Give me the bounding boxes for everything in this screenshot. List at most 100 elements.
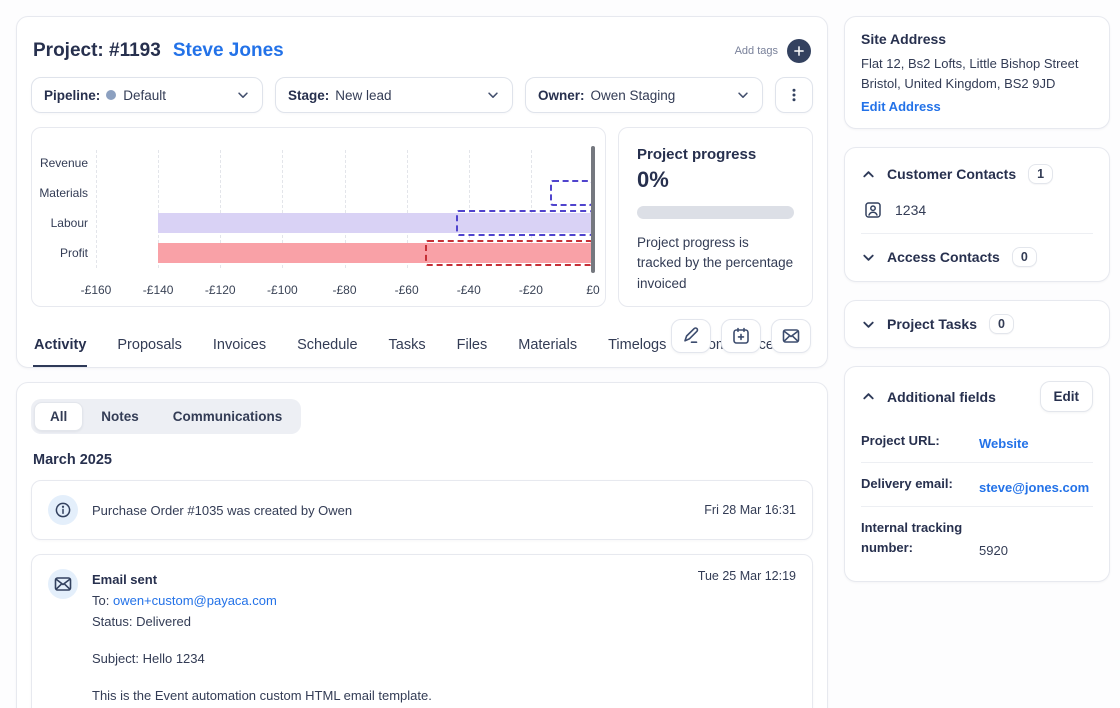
- tab-files[interactable]: Files: [456, 337, 489, 367]
- site-address-title: Site Address: [861, 31, 1093, 47]
- chevron-up-icon: [861, 389, 876, 404]
- add-tags-button[interactable]: [787, 39, 811, 63]
- chart-tick-label: -£80: [332, 283, 356, 297]
- more-options-button[interactable]: [775, 77, 813, 113]
- project-tasks-card: Project Tasks 0: [844, 300, 1110, 348]
- field-value[interactable]: steve@jones.com: [979, 480, 1093, 495]
- address-line-1: Flat 12, Bs2 Lofts, Little Bishop Street: [861, 54, 1093, 74]
- project-header: Project: #1193 Steve Jones Add tags: [31, 31, 813, 71]
- customer-contacts-count: 1: [1028, 164, 1053, 184]
- contact-name: 1234: [895, 202, 926, 218]
- owner-value: Owen Staging: [591, 88, 676, 103]
- tabs-row: Activity Proposals Invoices Schedule Tasks Fi…: [31, 317, 813, 367]
- activity-filter-control: AllNotesCommunications: [31, 399, 301, 434]
- chart-tick-label: -£120: [205, 283, 236, 297]
- plus-icon: [793, 45, 805, 57]
- activity-item-line: To: owen+custom@payaca.com: [92, 590, 684, 611]
- activity-item-timestamp: Tue 25 Mar 12:19: [698, 569, 796, 708]
- project-tasks-label: Project Tasks: [887, 316, 977, 332]
- info-icon: [48, 495, 78, 525]
- project-summary-card: Project: #1193 Steve Jones Add tags Pipe…: [16, 16, 828, 368]
- chevron-up-icon: [861, 167, 876, 182]
- activity-item: Email sentTo: owen+custom@payaca.comStat…: [31, 554, 813, 708]
- additional-field-row: Internal tracking number:5920: [861, 507, 1093, 569]
- site-address-card: Site Address Flat 12, Bs2 Lofts, Little …: [844, 16, 1110, 129]
- chart-tick-label: -£20: [519, 283, 543, 297]
- chevron-down-icon: [236, 88, 250, 102]
- spacer: [92, 632, 684, 648]
- activity-filter-all[interactable]: All: [34, 402, 83, 431]
- additional-field-row: Delivery email:steve@jones.com: [861, 463, 1093, 506]
- chart-row: [96, 148, 593, 178]
- field-value: 5920: [979, 543, 1093, 558]
- tab-schedule[interactable]: Schedule: [296, 337, 358, 367]
- chart-plot-area: [96, 148, 593, 268]
- chart-category-label: Revenue: [32, 156, 88, 170]
- activity-list: Purchase Order #1035 was created by Owen…: [31, 480, 813, 708]
- stage-dropdown[interactable]: Stage: New lead: [275, 77, 513, 113]
- tab-activity[interactable]: Activity: [33, 337, 87, 367]
- chevron-down-icon: [736, 88, 750, 102]
- chart-row: [96, 238, 593, 268]
- tab-proposals[interactable]: Proposals: [116, 337, 182, 367]
- main-column: Project: #1193 Steve Jones Add tags Pipe…: [16, 16, 828, 708]
- edit-address-link[interactable]: Edit Address: [861, 99, 941, 114]
- project-progress-card: Project progress 0% Project progress is …: [618, 127, 813, 307]
- progress-title: Project progress: [637, 146, 794, 163]
- schedule-event-button[interactable]: [721, 319, 761, 353]
- tab-tasks[interactable]: Tasks: [388, 337, 427, 367]
- additional-fields-rows: Project URL:WebsiteDelivery email:steve@…: [861, 420, 1093, 569]
- chart-row: [96, 208, 593, 238]
- customer-contacts-header[interactable]: Customer Contacts 1: [861, 164, 1093, 184]
- page-title: Project: #1193 Steve Jones: [33, 40, 284, 62]
- customer-contacts-label: Customer Contacts: [887, 166, 1016, 182]
- tab-materials[interactable]: Materials: [517, 337, 578, 367]
- spacer: [92, 669, 684, 685]
- chart-category-label: Labour: [32, 216, 88, 230]
- progress-percent: 0%: [637, 167, 794, 193]
- pipeline-dropdown[interactable]: Pipeline: Default: [31, 77, 263, 113]
- activity-feed-card: AllNotesCommunications March 2025 Purcha…: [16, 382, 828, 708]
- field-label: Internal tracking number:: [861, 518, 979, 558]
- quick-actions: [671, 319, 811, 353]
- chart-category-label: Materials: [32, 186, 88, 200]
- activity-item-line: Status: Delivered: [92, 611, 684, 632]
- stage-value: New lead: [335, 88, 391, 103]
- field-label: Delivery email:: [861, 474, 979, 494]
- additional-field-row: Project URL:Website: [861, 420, 1093, 463]
- contact-list-item[interactable]: 1234: [863, 200, 1093, 220]
- owner-label: Owner:: [538, 88, 585, 103]
- tab-invoices[interactable]: Invoices: [212, 337, 267, 367]
- activity-item: Purchase Order #1035 was created by Owen…: [31, 480, 813, 540]
- customer-link[interactable]: Steve Jones: [173, 40, 284, 62]
- panel-row: RevenueMaterialsLabourProfit-£160-£140-£…: [31, 127, 813, 307]
- activity-item-line: Subject: Hello 1234: [92, 648, 684, 669]
- activity-item-text: Purchase Order #1035 was created by Owen: [92, 500, 690, 521]
- additional-fields-label: Additional fields: [887, 389, 996, 405]
- activity-item-timestamp: Fri 28 Mar 16:31: [704, 503, 796, 517]
- activity-filter-notes[interactable]: Notes: [85, 402, 155, 431]
- chevron-down-icon: [861, 317, 876, 332]
- chart-bar-dashed-outline: [425, 240, 593, 266]
- edit-fields-button[interactable]: Edit: [1040, 381, 1094, 412]
- chart-bar-dashed-outline: [456, 210, 593, 236]
- field-value[interactable]: Website: [979, 436, 1093, 451]
- progress-description: Project progress is tracked by the perce…: [637, 233, 794, 294]
- send-email-button[interactable]: [771, 319, 811, 353]
- access-contacts-header[interactable]: Access Contacts 0: [861, 247, 1093, 267]
- activity-filter-communications[interactable]: Communications: [157, 402, 299, 431]
- tab-timelogs[interactable]: Timelogs: [607, 337, 667, 367]
- chevron-down-icon: [486, 88, 500, 102]
- activity-item-content: Email sentTo: owen+custom@payaca.comStat…: [92, 569, 684, 708]
- envelope-icon: [781, 326, 801, 346]
- chart-category-axis: RevenueMaterialsLabourProfit: [32, 148, 88, 268]
- edit-button[interactable]: [671, 319, 711, 353]
- line-label: To:: [92, 593, 113, 608]
- project-tasks-header[interactable]: Project Tasks 0: [861, 314, 1093, 334]
- chart-tick-label: -£160: [81, 283, 112, 297]
- pipeline-status-dot: [106, 90, 116, 100]
- progress-bar: [637, 206, 794, 219]
- email-link[interactable]: owen+custom@payaca.com: [113, 593, 277, 608]
- owner-dropdown[interactable]: Owner: Owen Staging: [525, 77, 763, 113]
- contacts-card: Customer Contacts 1 1234 Access Contacts…: [844, 147, 1110, 282]
